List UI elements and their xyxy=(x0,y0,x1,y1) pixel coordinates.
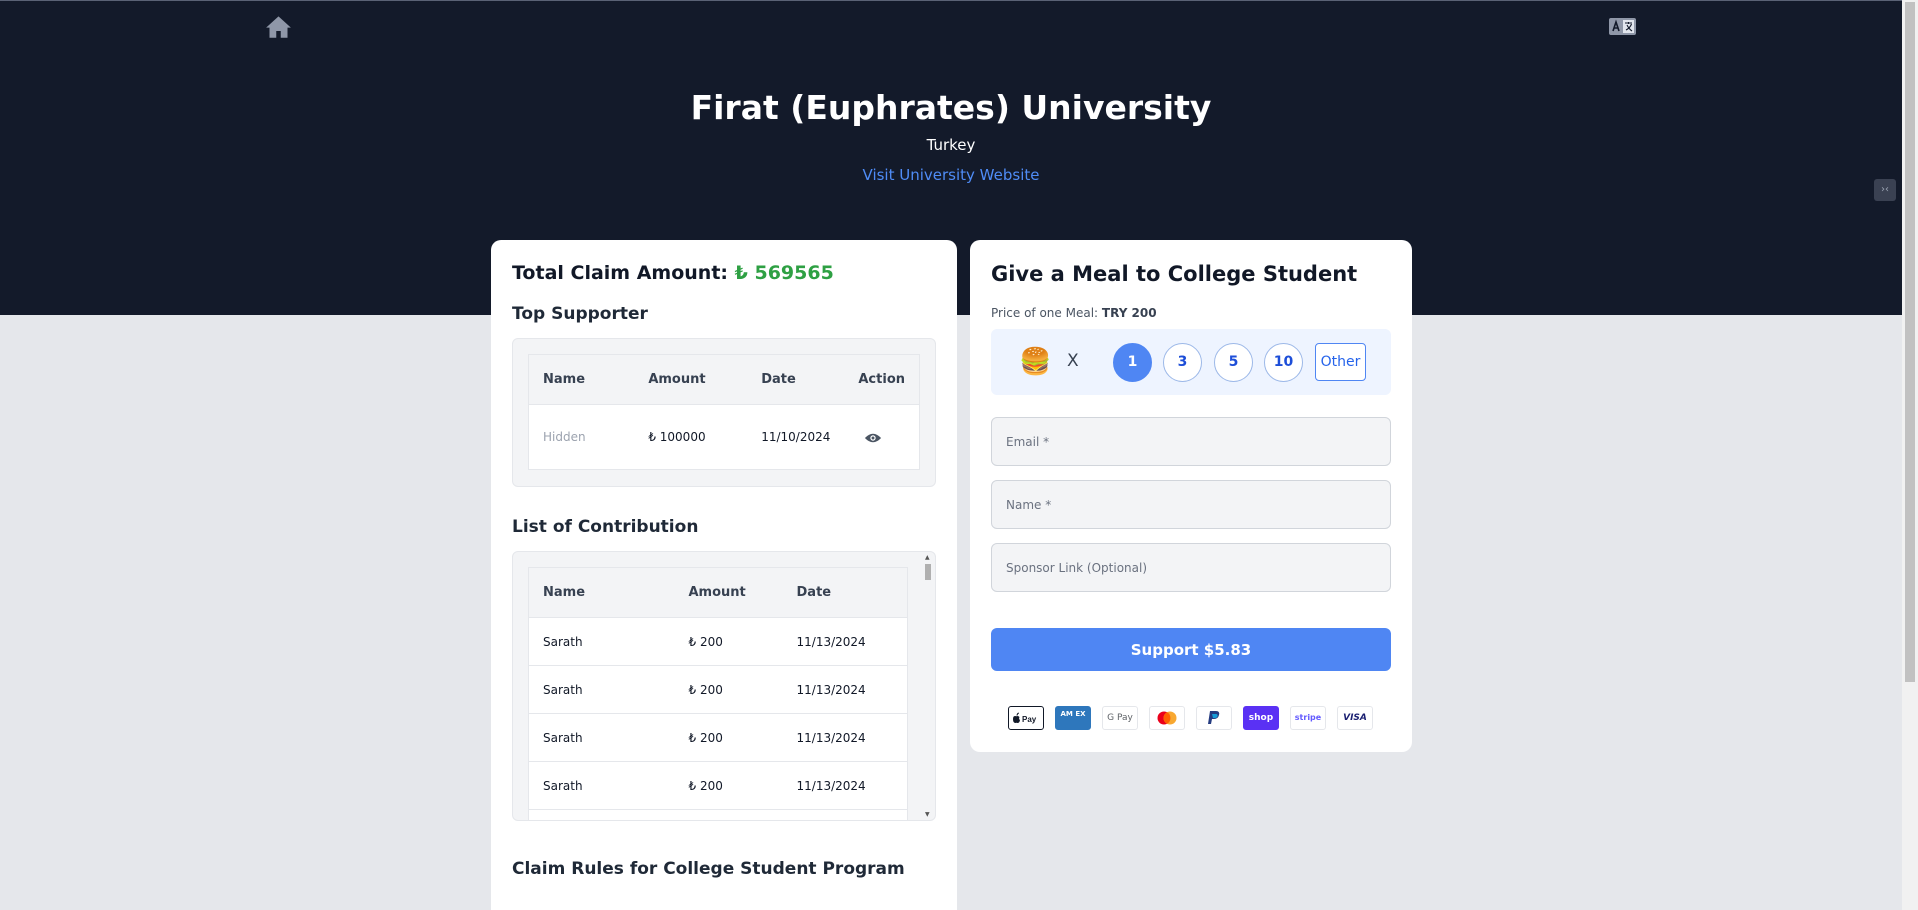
table-row: Sarath ₺ 200 11/13/2024 xyxy=(528,761,908,810)
contributor-date: 11/13/2024 xyxy=(782,617,908,666)
quantity-option-3[interactable]: 3 xyxy=(1163,343,1202,382)
top-supporter-panel: Name Amount Date Action Hidden ₺ 100000 … xyxy=(512,338,936,487)
email-field[interactable] xyxy=(991,417,1391,466)
translate-icon[interactable] xyxy=(1609,18,1636,35)
scroll-down-arrow-icon[interactable]: ▼ xyxy=(925,811,930,818)
supporter-name: Hidden xyxy=(528,404,635,470)
contributor-name: Sarath xyxy=(528,665,675,714)
column-header: Name xyxy=(528,354,635,405)
home-icon[interactable] xyxy=(265,14,292,39)
donation-card: Give a Meal to College Student Price of … xyxy=(970,240,1412,752)
visit-website-link[interactable]: Visit University Website xyxy=(863,166,1040,184)
paypal-icon xyxy=(1196,706,1232,730)
multiply-symbol: X xyxy=(1067,351,1079,371)
stripe-icon: stripe xyxy=(1290,706,1326,730)
quantity-option-1[interactable]: 1 xyxy=(1113,343,1152,382)
top-supporter-table: Name Amount Date Action Hidden ₺ 100000 … xyxy=(528,354,920,470)
column-header: Date xyxy=(747,354,845,405)
university-country: Turkey xyxy=(926,136,976,154)
table-header-row: Name Amount Date xyxy=(528,567,908,618)
contributor-name: Sarath xyxy=(528,617,675,666)
scrollbar-thumb[interactable] xyxy=(925,564,931,580)
amex-icon: AM EX xyxy=(1055,706,1091,730)
scroll-up-arrow-icon[interactable]: ▲ xyxy=(925,554,930,561)
contributor-amount: ₺ 200 xyxy=(674,617,783,666)
apple-pay-icon: Pay xyxy=(1008,706,1044,730)
table-row: Sarath ₺ 200 11/13/2024 xyxy=(528,713,908,762)
mastercard-icon xyxy=(1149,706,1185,730)
column-header: Amount xyxy=(634,354,748,405)
contributor-date: 11/13/2024 xyxy=(782,665,908,714)
contributor-amount: ₺ 200 xyxy=(674,761,783,810)
top-supporter-heading: Top Supporter xyxy=(512,304,648,324)
page-scrollbar-thumb[interactable] xyxy=(1905,2,1915,682)
table-row: Sarath ₺ 200 11/13/2024 xyxy=(528,617,908,666)
table-row: Hidden ₺ 100000 11/10/2024 xyxy=(528,404,920,470)
contributor-name: Sarath xyxy=(528,713,675,762)
contributor-name: Sarath xyxy=(528,761,675,810)
donation-title: Give a Meal to College Student xyxy=(991,262,1358,286)
contribution-table: Name Amount Date Sarath ₺ 200 11/13/2024… xyxy=(528,567,908,820)
column-header: Date xyxy=(782,567,908,618)
support-button[interactable]: Support $5.83 xyxy=(991,628,1391,671)
column-header: Action xyxy=(844,354,920,405)
contribution-scrollbar[interactable]: ▲ ▼ xyxy=(923,554,933,818)
total-claim-amount: ₺ 569565 xyxy=(734,262,834,284)
column-header: Name xyxy=(528,567,675,618)
contributor-date: 11/13/2024 xyxy=(782,713,908,762)
supporter-date: 11/10/2024 xyxy=(747,404,845,470)
contribution-panel[interactable]: Name Amount Date Sarath ₺ 200 11/13/2024… xyxy=(512,551,936,821)
google-pay-icon: G Pay xyxy=(1102,706,1138,730)
quantity-other-button[interactable]: Other xyxy=(1315,343,1366,381)
table-row: Sarath ₺ 200 11/13/2024 xyxy=(528,665,908,714)
quantity-option-10[interactable]: 10 xyxy=(1264,343,1303,382)
supporter-amount: ₺ 100000 xyxy=(634,404,748,470)
claim-card: Total Claim Amount: ₺ 569565 Top Support… xyxy=(491,240,957,910)
contributor-amount: ₺ 200 xyxy=(674,713,783,762)
claim-rules-heading: Claim Rules for College Student Program xyxy=(512,859,905,879)
meal-price-label: Price of one Meal: xyxy=(991,306,1099,320)
sponsor-link-field[interactable] xyxy=(991,543,1391,592)
contributor-amount: ₺ 200 xyxy=(674,665,783,714)
burger-icon: 🍔 xyxy=(1019,347,1052,377)
column-header: Amount xyxy=(674,567,783,618)
meal-price-value: TRY 200 xyxy=(1101,306,1157,320)
total-claim: Total Claim Amount: ₺ 569565 xyxy=(512,262,834,284)
contributor-date: 11/13/2024 xyxy=(782,761,908,810)
contribution-list-heading: List of Contribution xyxy=(512,517,699,537)
table-header-row: Name Amount Date Action xyxy=(528,354,920,405)
svg-text:Pay: Pay xyxy=(1022,715,1037,724)
meal-quantity-selector: 🍔 X 1 3 5 10 Other xyxy=(991,329,1391,395)
visa-icon: VISA xyxy=(1337,706,1373,730)
shop-pay-icon: shop xyxy=(1243,706,1279,730)
university-name: Firat (Euphrates) University xyxy=(690,88,1212,127)
page-scrollbar[interactable] xyxy=(1902,0,1918,910)
meal-price: Price of one Meal: TRY 200 xyxy=(991,306,1157,320)
quantity-option-5[interactable]: 5 xyxy=(1214,343,1253,382)
table-row xyxy=(528,809,908,820)
name-field[interactable] xyxy=(991,480,1391,529)
total-claim-label: Total Claim Amount: xyxy=(512,262,729,284)
eye-icon[interactable] xyxy=(864,432,882,444)
